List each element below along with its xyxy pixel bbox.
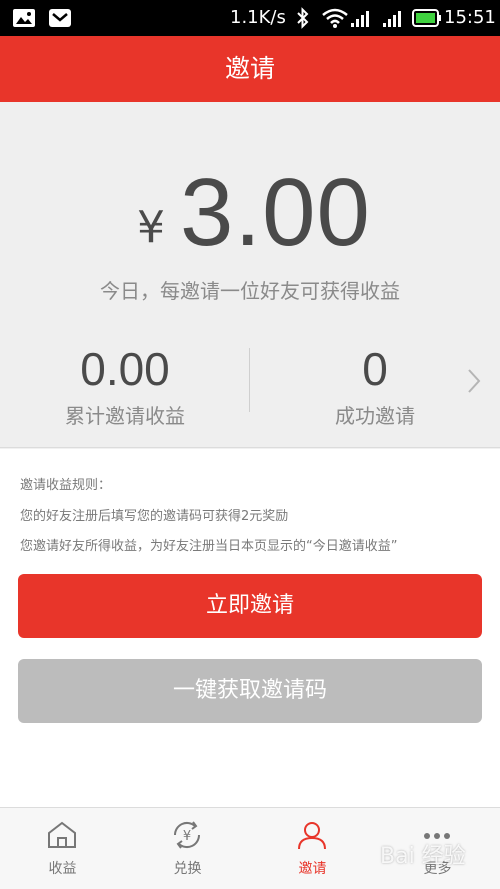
wifi-icon <box>322 8 348 32</box>
tab-label: 收益 <box>48 861 77 877</box>
message-notification-icon <box>48 8 72 32</box>
successful-invites-value: 0 <box>362 343 388 395</box>
home-icon <box>48 821 76 848</box>
total-invite-earnings: 0.00 累计邀请收益 <box>0 342 250 429</box>
earnings-panel: ¥ 3.00 今日，每邀请一位好友可获得收益 0.00 累计邀请收益 0 成功邀… <box>0 102 500 448</box>
successful-invites[interactable]: 0 成功邀请 <box>250 342 500 429</box>
tab-label: 邀请 <box>298 861 327 877</box>
chevron-right-icon[interactable] <box>466 368 482 398</box>
watermark: Bai 经验 <box>380 844 466 869</box>
rule-line: 您邀请好友所得收益，为好友注册当日本页显示的“今日邀请收益” <box>20 539 398 554</box>
get-invite-code-button[interactable]: 一键获取邀请码 <box>18 659 482 723</box>
exchange-yuan-icon: ¥ <box>173 821 201 849</box>
total-invite-earnings-value: 0.00 <box>80 343 170 395</box>
signal-strength-icon <box>350 8 374 32</box>
invite-now-button[interactable]: 立即邀请 <box>18 574 482 638</box>
rules-heading: 邀请收益规则： <box>20 478 112 493</box>
today-reward-description: 今日，每邀请一位好友可获得收益 <box>100 279 400 303</box>
today-reward-amount: 3.00 <box>180 159 371 266</box>
currency-symbol: ¥ <box>137 202 165 253</box>
tab-earnings[interactable]: 收益 <box>0 808 125 889</box>
battery-icon <box>412 9 442 31</box>
person-icon <box>298 822 326 850</box>
clock: 15:51 <box>444 7 496 28</box>
tab-exchange[interactable]: ¥ 兑换 <box>125 808 250 889</box>
tab-label: 兑换 <box>173 861 202 877</box>
rule-line: 您的好友注册后填写您的邀请码可获得2元奖励 <box>20 509 289 524</box>
status-bar: 1.1K/s 15:51 <box>0 0 500 36</box>
total-invite-earnings-label: 累计邀请收益 <box>65 404 185 428</box>
svg-text:¥: ¥ <box>183 829 191 844</box>
bluetooth-icon <box>296 7 310 33</box>
image-notification-icon <box>12 8 36 32</box>
page-title: 邀请 <box>0 36 500 102</box>
network-speed: 1.1K/s <box>230 7 286 28</box>
successful-invites-label: 成功邀请 <box>335 404 415 428</box>
signal-strength-icon <box>382 8 406 32</box>
tab-invite[interactable]: 邀请 <box>250 808 375 889</box>
